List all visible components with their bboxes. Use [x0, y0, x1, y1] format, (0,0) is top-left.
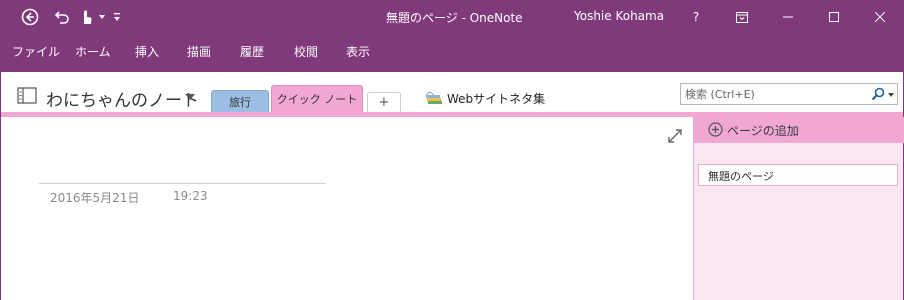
back-button[interactable]	[17, 0, 43, 34]
tab-insert[interactable]: 挿入	[135, 43, 159, 60]
notebook-name[interactable]: わにちゃんのノート	[46, 86, 199, 111]
add-circle-icon	[708, 122, 723, 137]
page-list-item-label: 無題のページ	[708, 170, 774, 183]
search-box[interactable]	[680, 83, 898, 105]
search-scope-dropdown-icon[interactable]	[888, 93, 894, 97]
tab-draw[interactable]: 描画	[187, 43, 211, 60]
tab-review[interactable]: 校閲	[294, 43, 318, 60]
section-group-label: Webサイトネタ集	[447, 91, 546, 106]
customize-qat-button[interactable]	[107, 0, 127, 34]
section-group-icon	[425, 91, 442, 104]
page-canvas[interactable]: 2016年5月21日 19:23	[0, 117, 693, 300]
back-circle-icon	[21, 8, 39, 26]
title-bar: 無題のページ - OneNote Yoshie Kohama ?	[0, 0, 904, 34]
page-title-underline[interactable]	[39, 183, 326, 184]
tab-home[interactable]: ホーム	[75, 43, 111, 60]
signed-in-user[interactable]: Yoshie Kohama	[574, 9, 664, 23]
touch-mode-icon	[84, 10, 92, 24]
notebook-dropdown-icon[interactable]	[185, 94, 195, 100]
page-date: 2016年5月21日	[50, 191, 140, 205]
section-group-web[interactable]: Webサイトネタ集	[425, 89, 545, 107]
ribbon-display-options-button[interactable]	[719, 0, 765, 34]
search-icon[interactable]	[871, 87, 885, 101]
close-icon	[875, 12, 885, 22]
close-button[interactable]	[857, 0, 903, 34]
notebook-icon[interactable]	[17, 87, 37, 104]
undo-button[interactable]	[49, 0, 75, 34]
search-input[interactable]	[681, 84, 867, 104]
plus-icon: +	[378, 95, 390, 110]
undo-icon	[54, 11, 69, 24]
minimize-button[interactable]	[765, 0, 811, 34]
expand-icon[interactable]	[668, 129, 682, 143]
tab-view[interactable]: 表示	[346, 43, 370, 60]
maximize-button[interactable]	[811, 0, 857, 34]
add-page-label: ページの追加	[727, 124, 799, 138]
section-tab-quick-notes[interactable]: クイック ノート	[271, 85, 363, 112]
minimize-icon	[783, 16, 793, 18]
notebook-bar: わにちゃんのノート 旅行 クイック ノート + Webサイトネタ集	[0, 72, 904, 112]
add-section-button[interactable]: +	[367, 92, 401, 112]
help-icon: ?	[692, 10, 700, 24]
section-tab-label: クイック ノート	[276, 93, 358, 106]
section-tab-label: 旅行	[229, 95, 251, 109]
chevron-down-icon	[99, 15, 105, 19]
add-page-button[interactable]: ページの追加	[694, 117, 904, 143]
window-title: 無題のページ - OneNote	[386, 11, 523, 25]
page-list-item[interactable]: 無題のページ	[698, 164, 898, 186]
quick-access-toolbar	[0, 0, 127, 34]
touch-mode-dropdown[interactable]	[97, 0, 107, 34]
touch-mode-button[interactable]	[75, 0, 97, 34]
section-tab-travel[interactable]: 旅行	[211, 90, 269, 112]
customize-qat-icon	[114, 13, 120, 21]
tab-file[interactable]: ファイル	[12, 43, 60, 60]
maximize-icon	[829, 12, 839, 22]
ribbon-tab-bar: ファイル ホーム 挿入 描画 履歴 校閲 表示	[0, 34, 904, 72]
page-list-pane: ページの追加 無題のページ	[693, 117, 904, 300]
ribbon-display-icon	[736, 11, 748, 23]
help-button[interactable]: ?	[673, 0, 719, 34]
tab-history[interactable]: 履歴	[240, 43, 264, 60]
page-time: 19:23	[173, 189, 208, 203]
